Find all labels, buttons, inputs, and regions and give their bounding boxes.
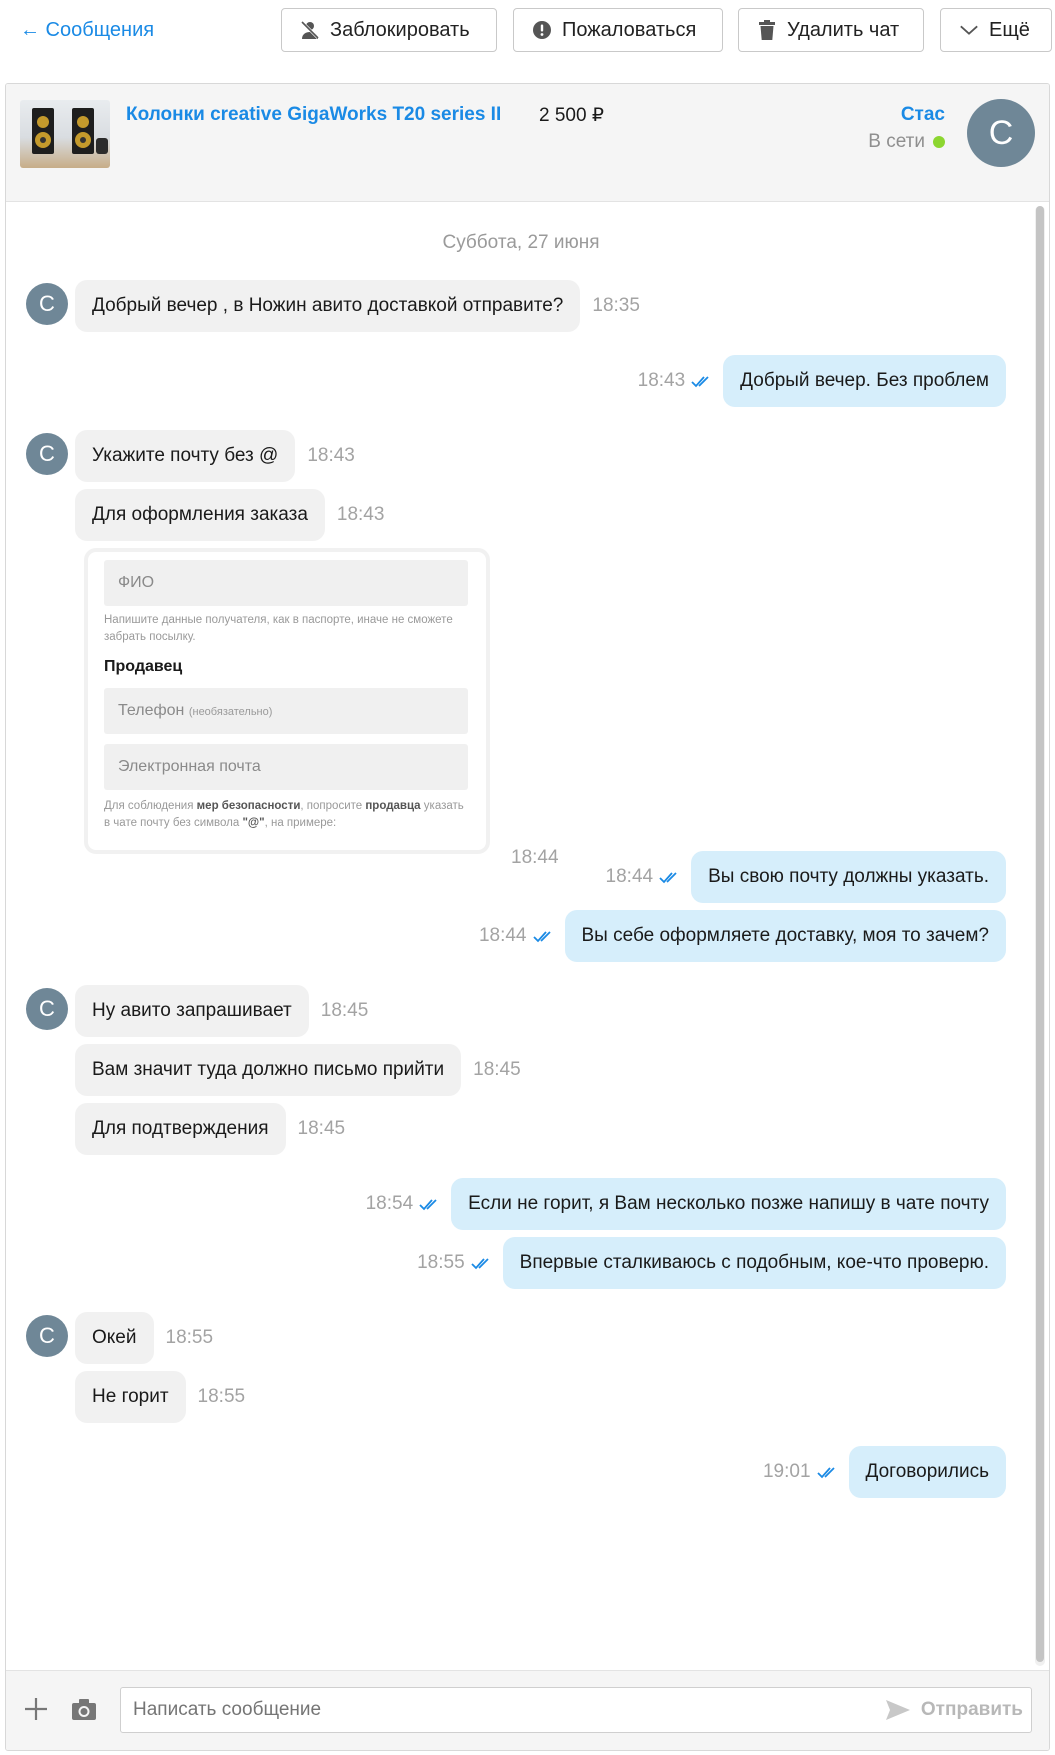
double-check-icon bbox=[816, 1467, 835, 1479]
item-title-link[interactable]: Колонки creative GigaWorks T20 series II bbox=[126, 104, 501, 126]
message-time: 18:43 bbox=[307, 445, 355, 466]
seller-name-link[interactable]: Стас bbox=[901, 104, 945, 126]
seller-avatar[interactable]: С bbox=[967, 99, 1035, 167]
block-icon bbox=[300, 20, 320, 40]
seller-status: В сети bbox=[868, 131, 945, 153]
contact-avatar[interactable]: С bbox=[26, 1315, 68, 1357]
attachment-field-phone-note: (необязательно) bbox=[188, 706, 273, 718]
more-button[interactable]: Ещё bbox=[940, 8, 1052, 52]
message-outgoing: 18:44 Вы себе оформляете доставку, моя т… bbox=[479, 910, 1006, 962]
message-time: 18:44 bbox=[511, 847, 559, 868]
scrollbar[interactable] bbox=[1035, 206, 1045, 1666]
double-check-icon bbox=[419, 1199, 437, 1211]
add-attachment-icon[interactable] bbox=[22, 1695, 50, 1723]
message-bubble: Вы себе оформляете доставку, моя то заче… bbox=[564, 910, 1006, 962]
message-bubble: Вы свою почту должны указать. bbox=[691, 851, 1006, 903]
contact-avatar[interactable]: С bbox=[26, 988, 68, 1030]
camera-icon[interactable] bbox=[70, 1696, 98, 1724]
attachment-field-phone-label: Телефон bbox=[118, 702, 185, 719]
contact-avatar[interactable]: С bbox=[26, 433, 68, 475]
message-incoming: Ну авито запрашивает 18:45 bbox=[75, 985, 368, 1037]
message-time: 19:01 bbox=[762, 1461, 811, 1482]
message-time: 18:43 bbox=[336, 504, 385, 525]
chat-panel: Колонки creative GigaWorks T20 series II… bbox=[5, 83, 1050, 1751]
message-bubble: Впервые сталкиваюсь с подобным, кое-что … bbox=[502, 1237, 1006, 1289]
message-bubble: Окей bbox=[75, 1312, 154, 1364]
double-check-icon bbox=[659, 872, 677, 884]
message-time: 18:55 bbox=[417, 1252, 465, 1273]
item-thumbnail[interactable] bbox=[20, 100, 110, 168]
delete-chat-button-label: Удалить чат bbox=[787, 18, 900, 41]
contact-avatar[interactable]: С bbox=[26, 283, 68, 325]
message-time: 18:54 bbox=[365, 1193, 414, 1214]
block-button[interactable]: Заблокировать bbox=[281, 8, 497, 52]
attachment-field-email: Электронная почта bbox=[104, 744, 468, 790]
double-check-icon bbox=[471, 1258, 489, 1270]
report-button[interactable]: Пожаловаться bbox=[513, 8, 723, 52]
message-bubble: Ну авито запрашивает bbox=[75, 985, 309, 1037]
message-time: 18:35 bbox=[592, 295, 640, 316]
message-time: 18:44 bbox=[478, 925, 527, 946]
back-to-messages-link[interactable]: ← Сообщения bbox=[20, 19, 154, 42]
warning-icon bbox=[532, 20, 552, 40]
message-bubble: Для подтверждения bbox=[75, 1103, 286, 1155]
message-outgoing: 18:43 Добрый вечер. Без проблем bbox=[638, 355, 1006, 407]
message-bubble: Если не горит, я Вам несколько позже нап… bbox=[451, 1178, 1006, 1230]
message-incoming: Добрый вечер , в Ножин авито доставкой о… bbox=[75, 280, 640, 332]
message-outgoing: 18:44 Вы свою почту должны указать. bbox=[606, 851, 1006, 903]
delete-chat-button[interactable]: Удалить чат bbox=[738, 8, 924, 52]
message-outgoing: 19:01 Договорились bbox=[763, 1446, 1006, 1498]
message-incoming: Для оформления заказа 18:43 bbox=[75, 489, 384, 541]
message-bubble: Добрый вечер , в Ножин авито доставкой о… bbox=[75, 280, 581, 332]
message-incoming: Окей 18:55 bbox=[75, 1312, 213, 1364]
seller-status-label: В сети bbox=[868, 131, 925, 152]
message-list: Суббота, 27 июня С Добрый вечер , в Ножи… bbox=[6, 202, 1036, 1672]
item-price: 2 500 ₽ bbox=[539, 105, 604, 126]
message-incoming: Укажите почту без @ 18:43 bbox=[75, 430, 355, 482]
attachment-security-note: Для соблюдения мер безопасности, попроси… bbox=[104, 800, 464, 829]
send-button-label: Отправить bbox=[920, 1699, 1023, 1720]
message-time: 18:45 bbox=[320, 1000, 369, 1021]
block-button-label: Заблокировать bbox=[330, 18, 470, 41]
double-check-icon bbox=[691, 376, 709, 388]
message-outgoing: 18:55 Впервые сталкиваюсь с подобным, ко… bbox=[417, 1237, 1006, 1289]
message-time: 18:55 bbox=[197, 1386, 246, 1407]
attachment-field-name: ФИО bbox=[104, 560, 468, 606]
message-time: 18:55 bbox=[165, 1327, 214, 1348]
message-bubble: Укажите почту без @ bbox=[75, 430, 296, 482]
more-button-label: Ещё bbox=[989, 18, 1030, 41]
message-outgoing: 18:54 Если не горит, я Вам несколько поз… bbox=[366, 1178, 1006, 1230]
message-incoming: Для подтверждения 18:45 bbox=[75, 1103, 345, 1155]
online-indicator bbox=[933, 136, 945, 148]
item-header: Колонки creative GigaWorks T20 series II… bbox=[6, 84, 1049, 202]
message-time: 18:43 bbox=[637, 370, 686, 391]
date-separator: Суббота, 27 июня bbox=[442, 232, 600, 253]
attachment-name-hint: Напишите данные получателя, как в паспор… bbox=[104, 614, 453, 643]
scrollbar-thumb[interactable] bbox=[1036, 206, 1044, 1662]
message-time: 18:45 bbox=[297, 1118, 346, 1139]
message-bubble: Для оформления заказа bbox=[75, 489, 325, 541]
message-bubble: Вам значит туда должно письмо прийти bbox=[75, 1044, 462, 1096]
send-icon bbox=[885, 1700, 910, 1720]
top-bar: ← Сообщения Заблокировать Пожаловаться У… bbox=[0, 0, 1055, 62]
message-bubble: Добрый вечер. Без проблем bbox=[723, 355, 1006, 407]
report-button-label: Пожаловаться bbox=[562, 18, 697, 41]
message-time: 18:45 bbox=[473, 1059, 521, 1080]
message-incoming: Вам значит туда должно письмо прийти 18:… bbox=[75, 1044, 521, 1096]
message-incoming: Не горит 18:55 bbox=[75, 1371, 245, 1423]
send-button[interactable]: Отправить bbox=[885, 1699, 1023, 1721]
message-composer: Отправить bbox=[6, 1670, 1049, 1750]
chevron-down-icon bbox=[959, 20, 979, 40]
attachment-section-title: Продавец bbox=[104, 658, 183, 675]
image-attachment[interactable]: ФИО Напишите данные получателя, как в па… bbox=[84, 548, 490, 854]
message-bubble: Договорились bbox=[848, 1446, 1006, 1498]
trash-icon bbox=[757, 20, 777, 40]
attachment-field-phone: Телефон (необязательно) bbox=[104, 688, 468, 734]
double-check-icon bbox=[532, 931, 551, 943]
message-bubble: Не горит bbox=[75, 1371, 186, 1423]
message-time: 18:44 bbox=[605, 866, 654, 887]
